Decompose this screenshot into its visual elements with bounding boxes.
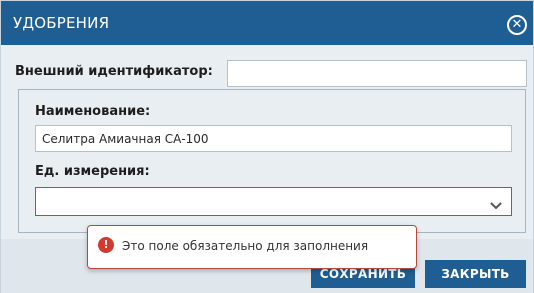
fertilizer-dialog: УДОБРЕНИЯ ✕ Внешний идентификатор: Наиме…: [0, 0, 534, 293]
chevron-down-icon[interactable]: [490, 196, 502, 215]
close-button[interactable]: ЗАКРЫТЬ: [425, 260, 526, 288]
dialog-title: УДОБРЕНИЯ: [13, 14, 110, 32]
name-input[interactable]: [35, 125, 512, 152]
validation-tooltip: ! Это поле обязательно для заполнения: [87, 225, 417, 269]
close-icon[interactable]: ✕: [507, 15, 527, 35]
error-icon: !: [98, 237, 114, 253]
unit-select[interactable]: [35, 187, 512, 216]
unit-label: Ед. измерения:: [35, 164, 150, 179]
external-id-input[interactable]: [227, 60, 527, 87]
dialog-titlebar: УДОБРЕНИЯ ✕: [1, 1, 533, 45]
name-label: Наименование:: [35, 104, 151, 119]
external-id-label: Внешний идентификатор:: [15, 64, 213, 79]
validation-message: Это поле обязательно для заполнения: [122, 239, 369, 253]
